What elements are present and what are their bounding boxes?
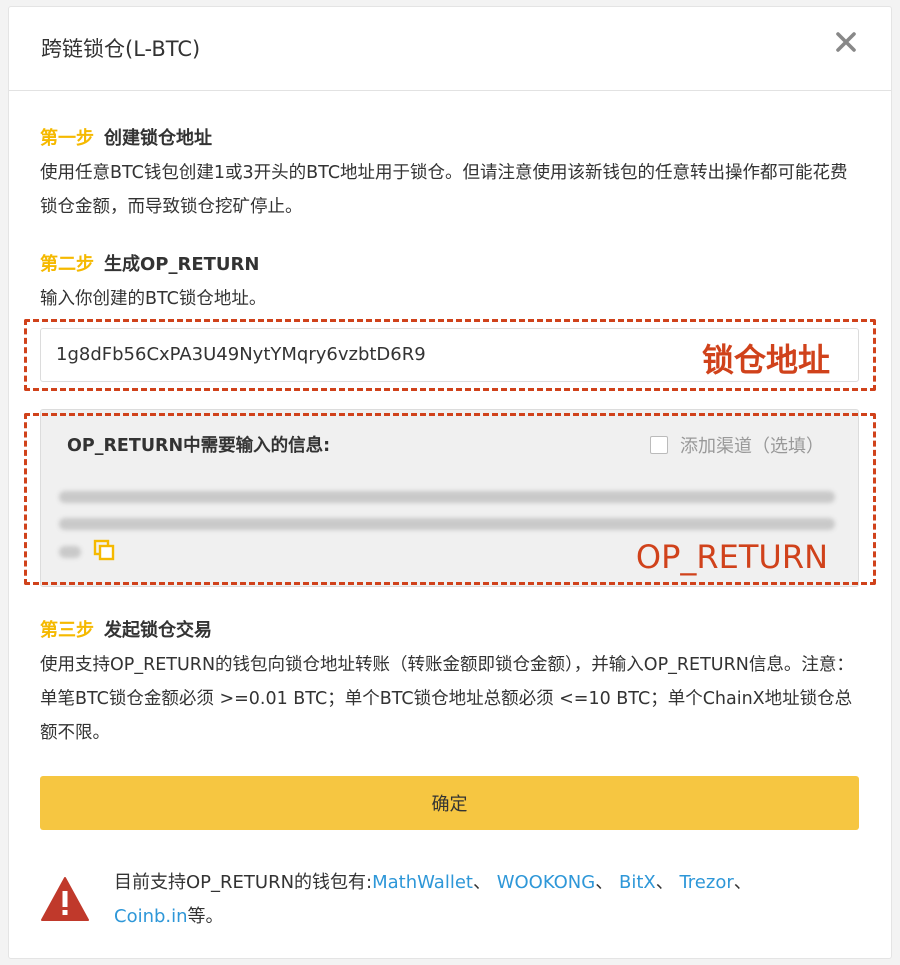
lock-address-input[interactable] (56, 344, 656, 365)
lock-dialog: 跨链锁仓(L-BTC) 第一步 创建锁仓地址 使用任意BTC钱包创建1或3开头的B… (8, 6, 892, 959)
warning-icon (41, 877, 89, 921)
wallet-link-bitx[interactable]: BitX (619, 872, 656, 893)
step-one: 第一步 创建锁仓地址 使用任意BTC钱包创建1或3开头的BTC地址用于锁仓。但请注… (40, 122, 859, 224)
separator: 、 (472, 872, 497, 893)
wallet-link-wookong[interactable]: WOOKONG (497, 872, 596, 893)
step-two-title: 生成OP_RETURN (104, 254, 260, 275)
op-return-panel: OP_RETURN中需要输入的信息: 添加渠道（选填） OP_RETURN (40, 409, 859, 587)
op-return-annotation: OP_RETURN (635, 538, 828, 576)
wallet-link-trezor[interactable]: Trezor (679, 872, 733, 893)
step-two-description: 输入你创建的BTC锁仓地址。 (40, 289, 267, 309)
separator: 、 (655, 872, 680, 893)
lock-address-annotation: 锁仓地址 (701, 341, 830, 379)
op-return-value-redacted (59, 518, 835, 530)
step-one-label: 第一步 (40, 128, 94, 149)
step-three-description: 使用支持OP_RETURN的钱包向锁仓地址转账（转账金额即锁仓金额），并输入OP… (40, 655, 854, 743)
notice-prefix: 目前支持OP_RETURN的钱包有: (114, 872, 373, 893)
close-button[interactable] (831, 27, 861, 57)
confirm-button[interactable]: 确定 (40, 776, 859, 830)
add-channel-label: 添加渠道（选填） (680, 436, 824, 457)
separator: 、 (733, 872, 752, 893)
dialog-title: 跨链锁仓(L-BTC) (41, 37, 201, 61)
lock-address-field[interactable]: 锁仓地址 (40, 328, 859, 382)
close-icon (836, 32, 856, 52)
wallet-notice: 目前支持OP_RETURN的钱包有:MathWallet、 WOOKONG、 B… (40, 864, 859, 934)
add-channel-checkbox[interactable] (650, 436, 668, 454)
step-two: 第二步 生成OP_RETURN 输入你创建的BTC锁仓地址。 (40, 248, 859, 316)
wallet-notice-text: 目前支持OP_RETURN的钱包有:MathWallet、 WOOKONG、 B… (114, 866, 859, 934)
step-three-label: 第三步 (40, 620, 94, 641)
copy-icon[interactable] (93, 539, 115, 561)
step-one-description: 使用任意BTC钱包创建1或3开头的BTC地址用于锁仓。但请注意使用该新钱包的任意… (40, 163, 848, 217)
op-return-title: OP_RETURN中需要输入的信息: (67, 436, 331, 456)
step-one-title: 创建锁仓地址 (104, 128, 212, 149)
wallet-link-coinbin[interactable]: Coinb.in (114, 906, 188, 927)
step-two-label: 第二步 (40, 254, 94, 275)
dialog-header: 跨链锁仓(L-BTC) (9, 7, 891, 91)
step-three-title: 发起锁仓交易 (104, 620, 212, 641)
op-return-value-redacted (59, 546, 81, 558)
wallet-link-mathwallet[interactable]: MathWallet (372, 872, 473, 893)
notice-suffix: 等。 (187, 906, 224, 927)
add-channel-toggle[interactable]: 添加渠道（选填） (650, 432, 824, 458)
separator: 、 (595, 872, 619, 893)
step-three: 第三步 发起锁仓交易 使用支持OP_RETURN的钱包向锁仓地址转账（转账金额即锁… (40, 614, 859, 750)
op-return-value-redacted (59, 491, 835, 503)
